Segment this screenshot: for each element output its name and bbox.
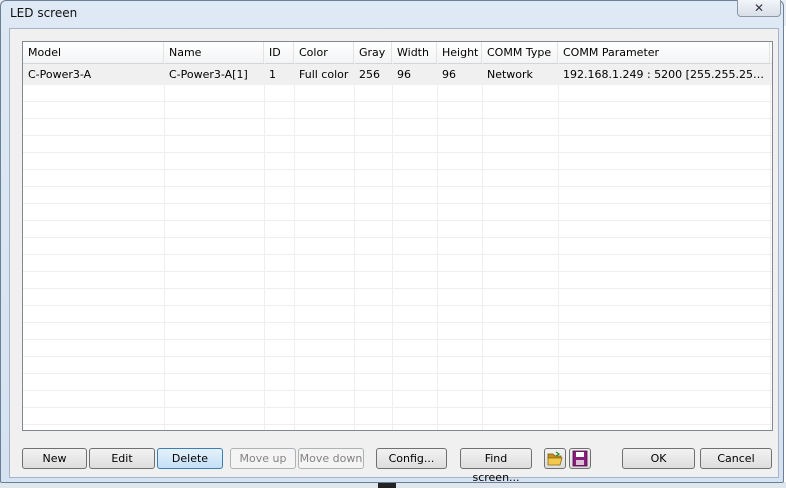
gridline: [23, 390, 772, 391]
move-up-button[interactable]: Move up: [230, 448, 296, 469]
gridline: [23, 118, 772, 119]
cell-height: 96: [442, 68, 456, 81]
gridline: [23, 373, 772, 374]
list-header: Model Name ID Color Gray Width Height CO…: [23, 42, 772, 64]
close-button[interactable]: ✕: [737, 0, 781, 17]
gridline: [770, 63, 771, 430]
gridline: [23, 288, 772, 289]
cell-name: C-Power3-A[1]: [169, 68, 248, 81]
gridline: [164, 63, 165, 430]
edit-button[interactable]: Edit: [89, 448, 155, 469]
gridline: [23, 271, 772, 272]
column-header-model[interactable]: Model: [23, 42, 164, 63]
cell-width: 96: [397, 68, 411, 81]
new-button[interactable]: New: [22, 448, 87, 469]
dialog-client-area: Model Name ID Color Gray Width Height CO…: [9, 28, 779, 484]
config-button[interactable]: Config...: [376, 448, 447, 469]
cell-gray: 256: [359, 68, 380, 81]
close-icon: ✕: [753, 1, 765, 15]
save-disk-icon: [572, 450, 588, 467]
open-folder-icon: [547, 451, 563, 466]
move-down-button[interactable]: Move down: [298, 448, 364, 469]
column-header-comm-parameter[interactable]: COMM Parameter: [558, 42, 770, 63]
gridline: [294, 63, 295, 430]
ok-button[interactable]: OK: [622, 448, 695, 469]
column-header-name[interactable]: Name: [164, 42, 264, 63]
gridline: [354, 63, 355, 430]
open-button[interactable]: [544, 448, 566, 469]
screen-list[interactable]: Model Name ID Color Gray Width Height CO…: [22, 41, 773, 431]
cell-model: C-Power3-A: [28, 68, 92, 81]
gridline: [23, 135, 772, 136]
cell-comm-parameter: 192.168.1.249 : 5200 [255.255.255.2…: [563, 68, 770, 81]
dialog-title: LED screen: [10, 6, 78, 20]
gridline: [392, 63, 393, 430]
gridline: [23, 237, 772, 238]
cell-id: 1: [269, 68, 276, 81]
cell-color: Full color: [299, 68, 349, 81]
column-header-width[interactable]: Width: [392, 42, 437, 63]
gridline: [23, 203, 772, 204]
led-screen-dialog: LED screen ✕ Model Name ID Color Gray Wi…: [0, 0, 784, 484]
gridline: [558, 63, 559, 430]
find-screen-button[interactable]: Find screen...: [460, 448, 532, 484]
gridline: [23, 186, 772, 187]
table-row[interactable]: C-Power3-A C-Power3-A[1] 1 Full color 25…: [23, 64, 772, 85]
gridline: [264, 63, 265, 430]
column-header-id[interactable]: ID: [264, 42, 294, 63]
gridline: [23, 169, 772, 170]
column-header-color[interactable]: Color: [294, 42, 354, 63]
cell-comm-type: Network: [487, 68, 533, 81]
gridline: [437, 63, 438, 430]
gridline: [23, 322, 772, 323]
gridline: [23, 339, 772, 340]
save-button[interactable]: [569, 448, 591, 469]
cancel-button[interactable]: Cancel: [700, 448, 772, 469]
gridline: [23, 424, 772, 425]
column-header-height[interactable]: Height: [437, 42, 482, 63]
column-header-comm-type[interactable]: COMM Type: [482, 42, 558, 63]
column-header-gray[interactable]: Gray: [354, 42, 392, 63]
gridline: [23, 220, 772, 221]
gridline: [23, 356, 772, 357]
delete-button[interactable]: Delete: [157, 448, 223, 469]
gridline: [23, 254, 772, 255]
gridline: [482, 63, 483, 430]
gridline: [23, 152, 772, 153]
gridline: [23, 407, 772, 408]
gridline: [23, 101, 772, 102]
gridline: [23, 305, 772, 306]
